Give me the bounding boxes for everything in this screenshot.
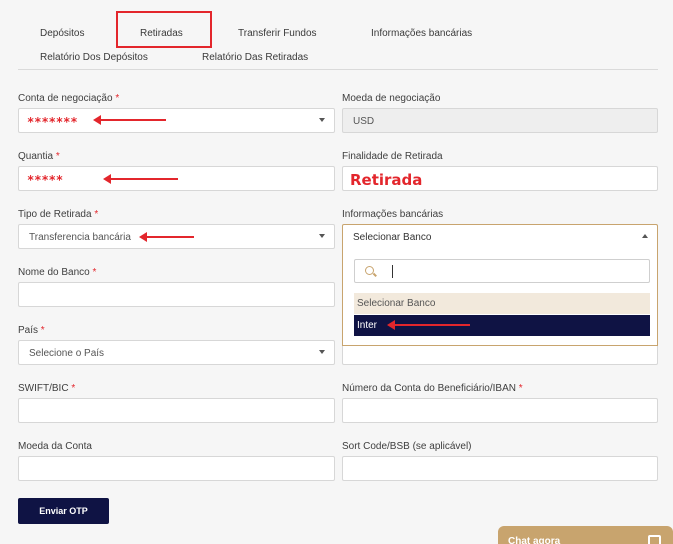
enviar-otp-button[interactable]: Enviar OTP: [18, 498, 109, 524]
finalidade-label: Finalidade de Retirada: [342, 151, 443, 162]
info-bancarias-value: Selecionar Banco: [353, 232, 432, 243]
finalidade-input[interactable]: Retirada: [342, 166, 658, 191]
moeda-negociacao-label: Moeda de negociação: [342, 93, 441, 104]
bank-option-selecionar[interactable]: Selecionar Banco: [354, 293, 650, 314]
bank-dropdown: Selecionar Banco Inter: [342, 248, 658, 346]
text-cursor: [392, 265, 393, 278]
banco-label: Nome do Banco *: [18, 267, 97, 278]
chat-icon: [648, 535, 661, 544]
tabs-divider: [18, 69, 658, 70]
conta-select[interactable]: *******: [18, 108, 335, 133]
chat-widget[interactable]: Chat agora: [498, 526, 673, 544]
pais-select[interactable]: Selecione o País: [18, 340, 335, 365]
bank-search-input[interactable]: [354, 259, 650, 283]
tab-relatorio-depositos[interactable]: Relatório Dos Depósitos: [40, 52, 148, 63]
pais-label: País *: [18, 325, 45, 336]
conta-value: *******: [27, 115, 78, 129]
annotation-arrow: [103, 174, 178, 184]
info-bancarias-label: Informações bancárias: [342, 209, 444, 220]
pais-value: Selecione o País: [29, 348, 105, 359]
chevron-up-icon: [642, 234, 648, 238]
conta-label: Conta de negociação *: [18, 93, 120, 104]
search-icon: [365, 266, 374, 275]
finalidade-value: Retirada: [350, 171, 423, 189]
annotation-arrow: [139, 232, 194, 242]
tab-transferir-fundos[interactable]: Transferir Fundos: [238, 28, 317, 39]
swift-input[interactable]: [18, 398, 335, 423]
quantia-value: *****: [27, 173, 64, 187]
highlight-box-retiradas: [116, 11, 212, 48]
tab-depositos[interactable]: Depósitos: [40, 28, 84, 39]
tab-informacoes-bancarias[interactable]: Informações bancárias: [371, 28, 472, 39]
chat-label: Chat agora: [508, 536, 561, 544]
annotation-arrow: [387, 320, 470, 330]
info-bancarias-select[interactable]: Selecionar Banco: [342, 224, 658, 249]
tab-relatorio-retiradas[interactable]: Relatório Das Retiradas: [202, 52, 308, 63]
chevron-down-icon: [319, 350, 325, 354]
moeda-conta-label: Moeda da Conta: [18, 441, 92, 452]
chevron-down-icon: [319, 118, 325, 122]
banco-input[interactable]: [18, 282, 335, 307]
tipo-retirada-label: Tipo de Retirada *: [18, 209, 99, 220]
tipo-retirada-value: Transferencia bancária: [29, 232, 131, 243]
sort-code-label: Sort Code/BSB (se aplicável): [342, 441, 472, 452]
chevron-down-icon: [319, 234, 325, 238]
iban-label: Número da Conta do Beneficiário/IBAN *: [342, 383, 523, 394]
swift-label: SWIFT/BIC *: [18, 383, 76, 394]
moeda-conta-input[interactable]: [18, 456, 335, 481]
sort-code-input[interactable]: [342, 456, 658, 481]
iban-input[interactable]: [342, 398, 658, 423]
quantia-label: Quantia *: [18, 151, 60, 162]
annotation-arrow: [93, 115, 166, 125]
moeda-negociacao-field: USD: [342, 108, 658, 133]
moeda-negociacao-value: USD: [353, 116, 375, 127]
